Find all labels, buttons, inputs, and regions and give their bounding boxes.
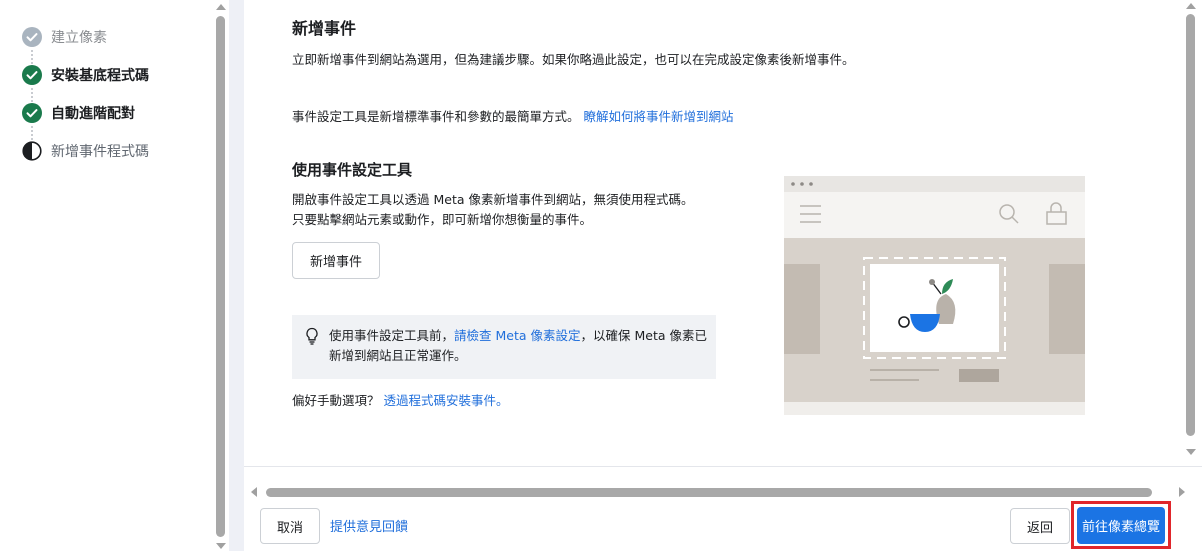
tip-prefix: 使用事件設定工具前， [329,328,455,343]
step-install-base-code[interactable]: 安裝基底程式碼 [22,64,149,86]
page-title: 新增事件 [292,19,357,38]
horizontal-scrollbar[interactable] [244,484,1202,500]
check-circle-icon [22,27,42,47]
section-title: 使用事件設定工具 [292,161,413,179]
step-create-pixel[interactable]: 建立像素 [22,26,107,48]
tip-box: 使用事件設定工具前，請檢查 Meta 像素設定，以確保 Meta 像素已新增到網… [292,315,716,379]
intro-text: 立即新增事件到網站為選用，但為建議步驟。如果你略過此設定，也可以在完成設定像素後… [292,52,855,67]
step-label: 新增事件程式碼 [51,144,149,160]
content-scrollbar[interactable] [1180,0,1202,466]
step-label: 自動進階配對 [51,106,135,122]
tool-note-text: 事件設定工具是新增標準事件和參數的最簡單方式。 [292,109,580,124]
cancel-button[interactable]: 取消 [260,508,320,544]
scrollbar-thumb[interactable] [266,488,1152,497]
feedback-link[interactable]: 提供意見回饋 [330,516,408,535]
section-description: 開啟事件設定工具以透過 Meta 像素新增事件到網站，無須使用程式碼。只要點擊網… [292,192,694,227]
add-event-button[interactable]: 新增事件 [292,242,380,279]
tool-note: 事件設定工具是新增標準事件和參數的最簡單方式。 瞭解如何將事件新增到網站 [292,107,734,127]
step-connector [31,50,33,64]
go-to-pixel-overview-button[interactable]: 前往像素總覽 [1077,507,1165,544]
step-label: 建立像素 [51,30,107,46]
setup-steps: 建立像素 安裝基底程式碼 自動進階配對 新增事件程式碼 [0,0,212,551]
sidebar-scrollbar[interactable] [212,0,229,551]
event-setup-illustration [784,176,1085,415]
scrollbar-thumb[interactable] [1186,14,1195,436]
step-auto-advanced-matching[interactable]: 自動進階配對 [22,102,135,124]
install-events-code-link[interactable]: 透過程式碼安裝事件。 [384,393,509,408]
scrollbar-thumb[interactable] [216,16,225,537]
panel-divider [229,0,244,551]
scroll-up-arrow-icon[interactable] [1186,3,1196,9]
lightbulb-icon [304,327,320,345]
step-connector [31,126,33,140]
manual-prefix: 偏好手動選項？ [292,393,380,408]
check-circle-icon [22,103,42,123]
manual-option: 偏好手動選項？ 透過程式碼安裝事件。 [292,391,509,411]
scroll-left-arrow-icon[interactable] [251,487,257,497]
scroll-up-arrow-icon[interactable] [216,4,226,10]
scroll-down-arrow-icon[interactable] [1186,449,1196,455]
main-content: 新增事件 立即新增事件到網站為選用，但為建議步驟。如果你略過此設定，也可以在完成… [244,0,1180,466]
scroll-right-arrow-icon[interactable] [1179,487,1185,497]
back-button[interactable]: 返回 [1010,508,1070,544]
tip-text: 使用事件設定工具前，請檢查 Meta 像素設定，以確保 Meta 像素已新增到網… [329,326,709,366]
step-add-event-code[interactable]: 新增事件程式碼 [22,140,149,162]
learn-add-events-link[interactable]: 瞭解如何將事件新增到網站 [584,109,734,124]
check-pixel-settings-link[interactable]: 請檢查 Meta 像素設定 [454,328,580,343]
half-circle-icon [22,141,42,161]
check-circle-icon [22,65,42,85]
step-label: 安裝基底程式碼 [51,68,149,84]
step-connector [31,88,33,102]
scroll-down-arrow-icon[interactable] [216,543,226,549]
footer-separator [244,466,1202,467]
